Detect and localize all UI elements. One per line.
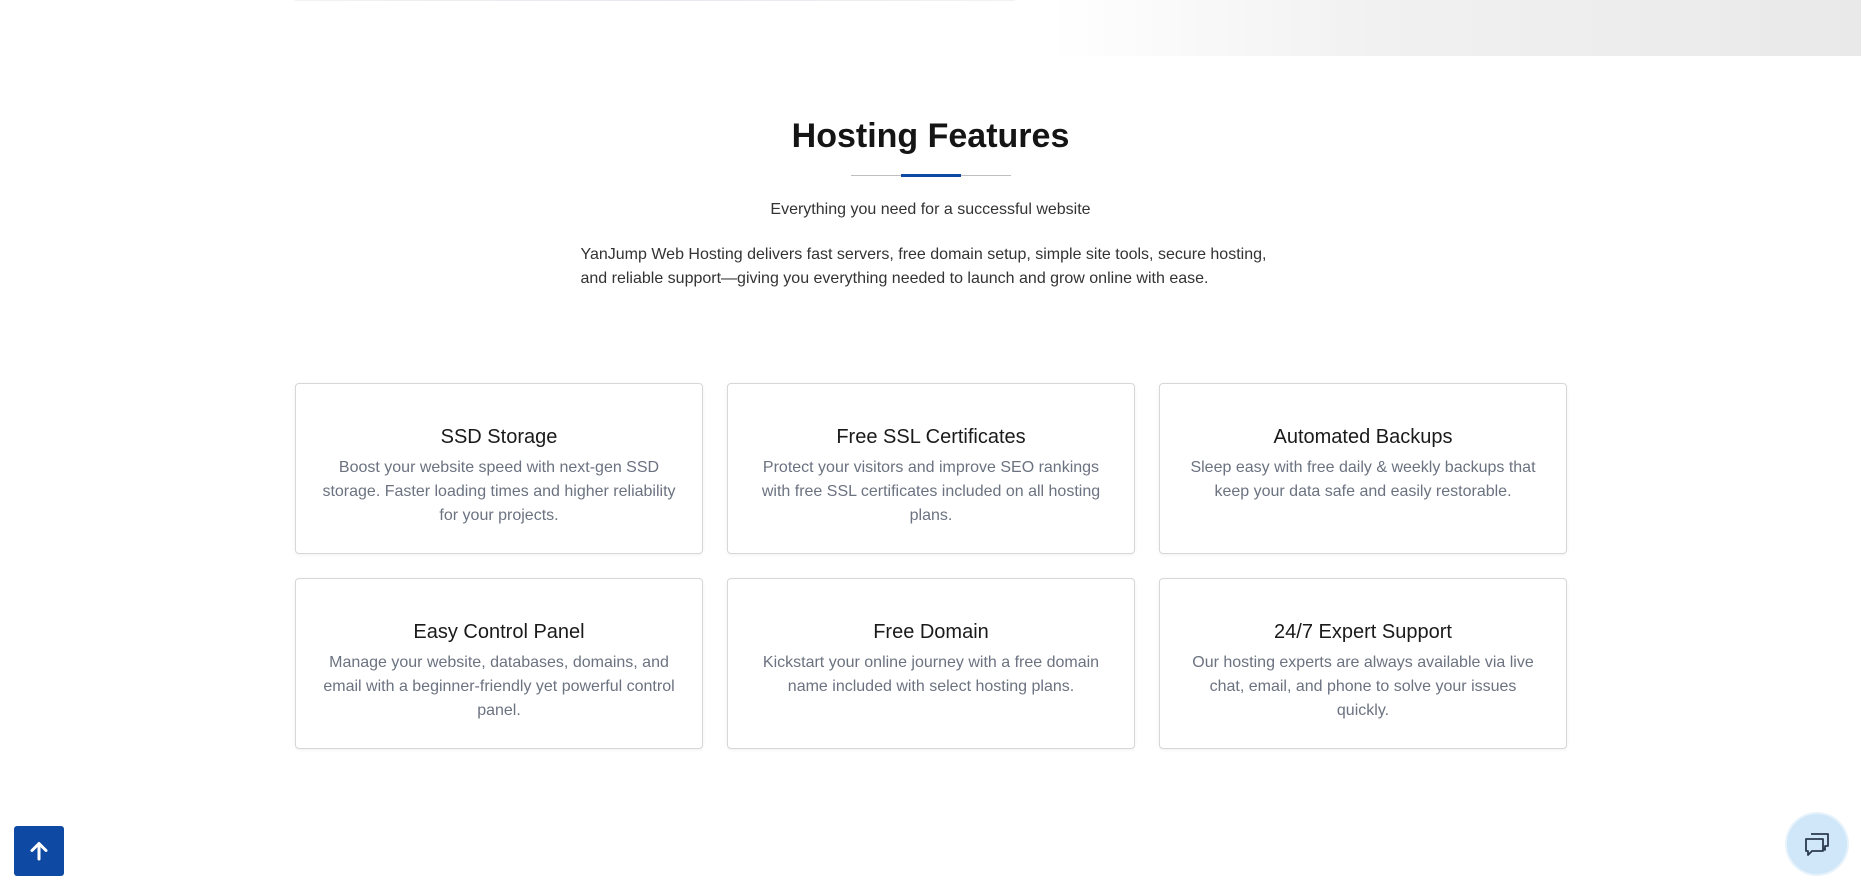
section-header: Hosting Features Everything you need for… [0,112,1861,291]
feature-card-control-panel: Easy Control Panel Manage your website, … [295,578,703,749]
feature-title: Free Domain [873,621,989,643]
top-banner-fade [1050,0,1861,56]
feature-text: Manage your website, databases, domains,… [323,654,675,719]
feature-card-ssd-storage: SSD Storage Boost your website speed wit… [295,383,703,554]
section-title: Hosting Features [791,117,1070,155]
feature-text: Boost your website speed with next-gen S… [322,459,676,524]
section-description: YanJump Web Hosting delivers fast server… [580,246,1267,287]
chat-bubbles-icon [1805,833,1829,856]
page: Hosting Features Everything you need for… [0,0,1861,886]
feature-title: Automated Backups [1273,426,1453,448]
scroll-to-top-button[interactable] [14,826,64,876]
title-divider [850,174,1011,177]
feature-title: Easy Control Panel [413,621,585,643]
feature-title: SSD Storage [440,426,558,448]
feature-card-expert-support: 24/7 Expert Support Our hosting experts … [1159,578,1567,749]
feature-text: Sleep easy with free daily & weekly back… [1190,459,1536,500]
feature-card-free-ssl: Free SSL Certificates Protect your visit… [727,383,1135,554]
feature-text: Our hosting experts are always available… [1192,654,1534,719]
chat-button[interactable] [1787,814,1847,874]
feature-card-automated-backups: Automated Backups Sleep easy with free d… [1159,383,1567,554]
section-subtitle: Everything you need for a successful web… [770,201,1091,218]
top-divider [295,0,1015,1]
feature-title: Free SSL Certificates [836,426,1026,448]
features-grid: SSD Storage Boost your website speed wit… [295,383,1568,749]
feature-text: Kickstart your online journey with a fre… [762,654,1100,695]
divider-accent [900,174,961,177]
arrow-up-icon [30,842,48,861]
feature-card-free-domain: Free Domain Kickstart your online journe… [727,578,1135,749]
feature-title: 24/7 Expert Support [1274,621,1452,643]
feature-text: Protect your visitors and improve SEO ra… [761,459,1101,524]
